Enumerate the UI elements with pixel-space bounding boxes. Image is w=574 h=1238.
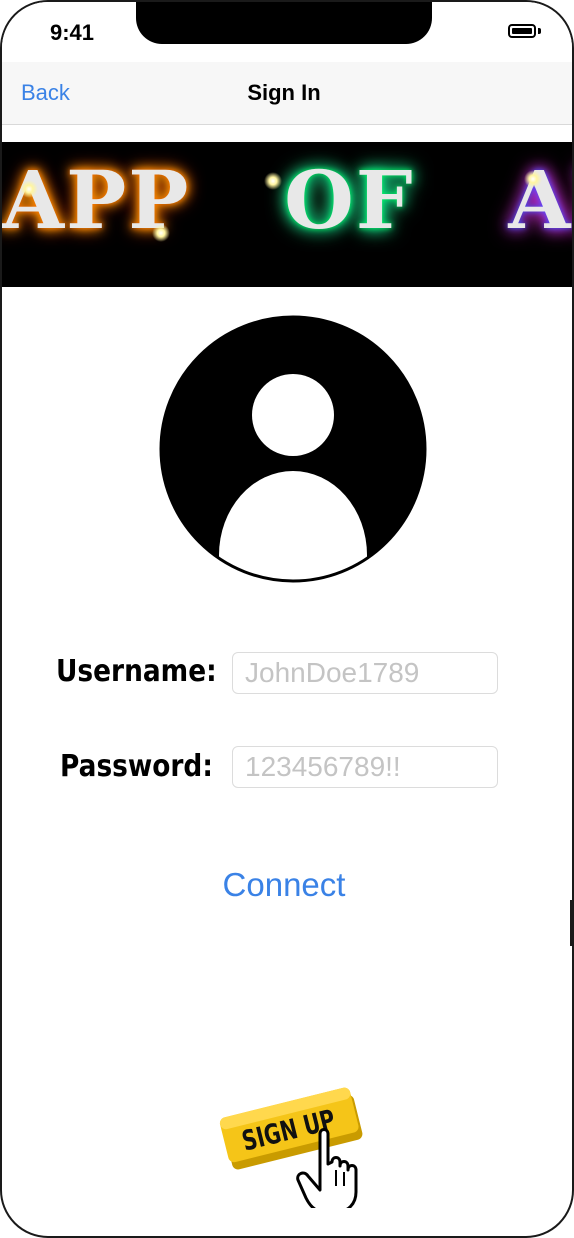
- username-label: Username:: [56, 654, 217, 689]
- app-logo-banner: APP OF APPS: [2, 142, 572, 287]
- battery-full-icon: [508, 24, 536, 38]
- app-logo: APP OF APPS: [2, 153, 572, 247]
- connect-button[interactable]: Connect: [2, 866, 566, 904]
- status-bar: 9:41: [2, 2, 572, 62]
- username-input[interactable]: [232, 652, 498, 694]
- side-button: [570, 900, 574, 946]
- sign-up-button[interactable]: SIGN UP: [212, 1068, 382, 1214]
- user-avatar-icon: [159, 315, 427, 583]
- sparkle-icon: [152, 224, 170, 242]
- device-frame: 9:41 Back Sign In APP OF APPS: [0, 0, 574, 1238]
- status-time: 9:41: [50, 20, 95, 45]
- device-notch: [136, 2, 432, 44]
- page-title: Sign In: [247, 80, 321, 105]
- sparkle-icon: [264, 172, 282, 190]
- battery-tip: [538, 28, 541, 34]
- logo-word-of: OF: [284, 153, 415, 247]
- navigation-bar: Back Sign In: [2, 62, 572, 125]
- sparkle-icon: [20, 180, 38, 198]
- password-label: Password:: [60, 749, 213, 784]
- password-input[interactable]: [232, 746, 498, 788]
- sparkle-icon: [524, 170, 542, 188]
